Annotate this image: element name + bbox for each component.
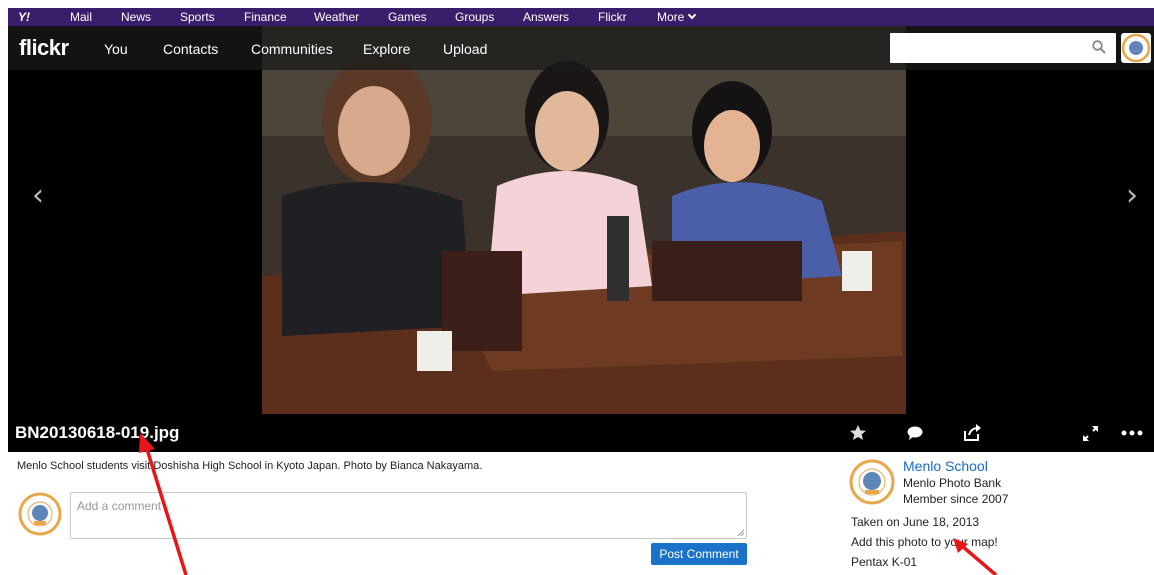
yahoo-logo[interactable]: Y! (8, 10, 58, 24)
more-icon[interactable] (1120, 423, 1144, 443)
search-icon[interactable] (1092, 40, 1106, 54)
yahoo-link-flickr[interactable]: Flickr (598, 10, 627, 24)
annotation-arrow-taken (960, 544, 998, 575)
yahoo-link-answers[interactable]: Answers (523, 10, 569, 24)
yahoo-link-groups[interactable]: Groups (455, 10, 494, 24)
taken-date[interactable]: Taken on June 18, 2013 (851, 515, 979, 529)
photo-title: BN20130618-019.jpg (15, 423, 180, 442)
star-icon[interactable] (848, 423, 868, 443)
yahoo-top-bar: Y! Mail News Sports Finance Weather Game… (8, 8, 1154, 26)
comment-icon[interactable] (905, 423, 925, 443)
camera-model[interactable]: Pentax K-01 (851, 555, 917, 569)
user-avatar[interactable] (1121, 33, 1151, 63)
nav-explore[interactable]: Explore (363, 41, 410, 57)
owner-member-since: Member since 2007 (903, 492, 1009, 506)
photo-title-bar: BN20130618-019.jpg (8, 414, 1154, 452)
add-to-map-link[interactable]: Add this photo to your map! (851, 535, 998, 549)
commenter-avatar (18, 492, 62, 536)
comment-textarea[interactable]: Add a comment (70, 492, 747, 539)
yahoo-more-label: More (657, 10, 685, 24)
chevron-left-icon[interactable]: ‹ (18, 181, 58, 211)
owner-subtitle: Menlo Photo Bank (903, 476, 1002, 490)
owner-avatar[interactable] (849, 459, 895, 505)
yahoo-link-sports[interactable]: Sports (180, 10, 215, 24)
photo-description: Menlo School students visit Doshisha Hig… (17, 460, 483, 472)
yahoo-link-finance[interactable]: Finance (244, 10, 287, 24)
yahoo-link-weather[interactable]: Weather (314, 10, 359, 24)
yahoo-link-games[interactable]: Games (388, 10, 427, 24)
comment-placeholder: Add a comment (77, 499, 162, 513)
expand-icon[interactable] (1080, 423, 1100, 443)
photo-stage: flickr You Contacts Communities Explore … (8, 26, 1154, 452)
nav-upload[interactable]: Upload (443, 41, 487, 57)
nav-communities[interactable]: Communities (251, 41, 333, 57)
nav-you[interactable]: You (104, 41, 128, 57)
owner-name-link[interactable]: Menlo School (903, 458, 988, 474)
chevron-right-icon[interactable]: › (1112, 181, 1152, 211)
menlo-seal-icon (1121, 33, 1151, 63)
yahoo-more-menu[interactable]: More (657, 10, 697, 24)
flickr-nav-bar: flickr You Contacts Communities Explore … (8, 26, 1154, 70)
search-input[interactable] (890, 33, 1116, 63)
yahoo-link-news[interactable]: News (121, 10, 151, 24)
yahoo-link-mail[interactable]: Mail (70, 10, 92, 24)
photo-illustration (262, 26, 906, 414)
nav-contacts[interactable]: Contacts (163, 41, 218, 57)
chevron-down-icon (688, 10, 697, 20)
main-photo[interactable] (262, 26, 906, 414)
flickr-logo[interactable]: flickr (19, 35, 69, 61)
post-comment-button[interactable]: Post Comment (651, 543, 747, 565)
share-icon[interactable] (962, 423, 982, 443)
resize-handle-icon[interactable] (737, 529, 744, 536)
